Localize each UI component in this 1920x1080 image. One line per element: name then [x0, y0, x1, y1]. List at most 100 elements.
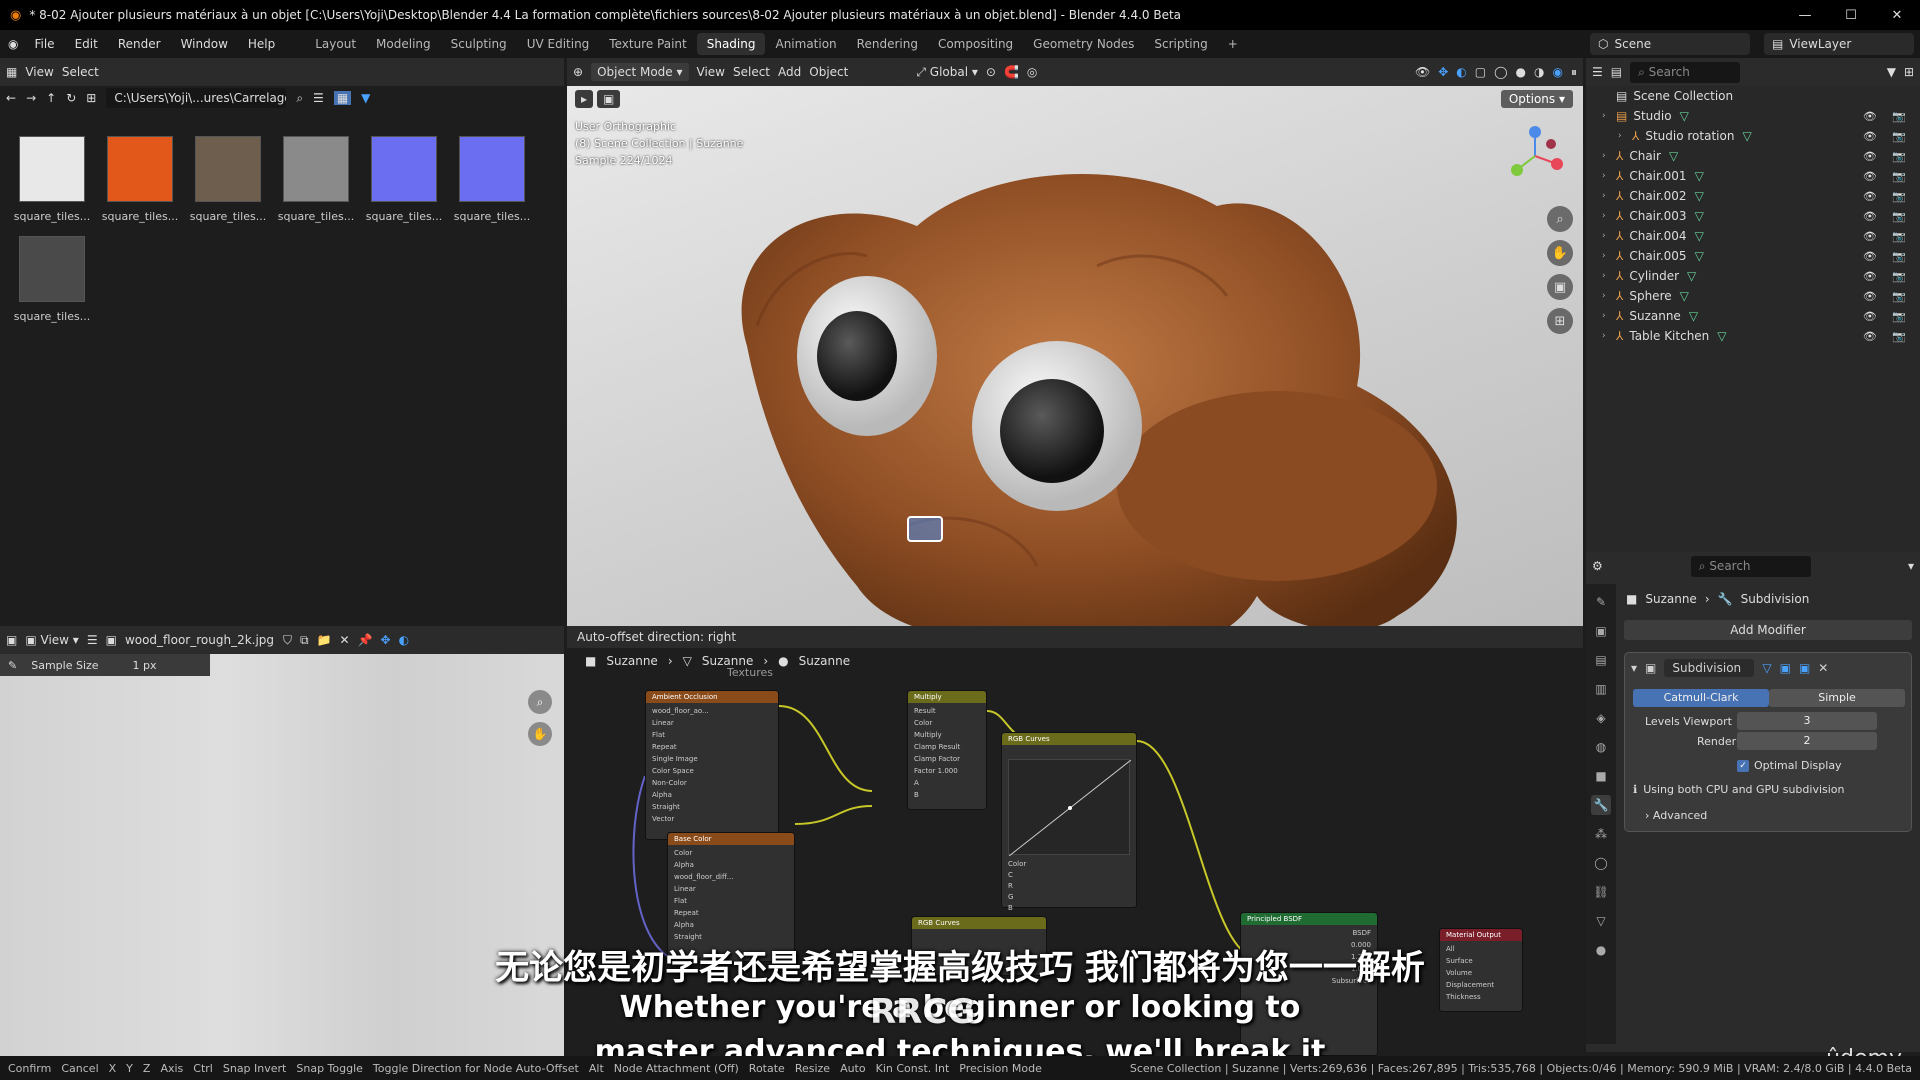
menu-icon[interactable]: ☰ [87, 633, 98, 647]
visibility-toggle-icon[interactable]: 👁 📷 [1863, 290, 1912, 303]
shading-material-icon[interactable]: ◑ [1534, 65, 1544, 79]
close-icon[interactable]: ✕ [1818, 661, 1828, 675]
node-socket-label[interactable]: Vector [652, 813, 772, 825]
view-grid-icon[interactable]: ▦ [333, 91, 352, 105]
outliner-item[interactable]: › ⅄ Cylinder ▽ 👁 📷 [1586, 266, 1920, 286]
world-tab-icon[interactable]: ◍ [1591, 737, 1611, 757]
node-socket-label[interactable]: Flat [652, 729, 772, 741]
node-socket-label[interactable]: Color Space [652, 765, 772, 777]
node-socket-label[interactable]: G [1008, 892, 1130, 903]
node-socket-label[interactable]: Alpha [674, 919, 788, 931]
edit-mode-icon[interactable]: ▽ [1762, 661, 1771, 675]
display-mode-icon[interactable]: ▤ [1611, 65, 1622, 79]
sample-size-field[interactable]: 1 px [133, 659, 157, 672]
visibility-toggle-icon[interactable]: 👁 📷 [1863, 230, 1912, 243]
menu-file[interactable]: File [24, 37, 64, 51]
node-socket-label[interactable]: B [914, 789, 980, 801]
chevron-right-icon[interactable]: › [1602, 311, 1616, 321]
chevron-right-icon[interactable]: › [1602, 171, 1616, 181]
node-socket-label[interactable]: A [914, 777, 980, 789]
curve-graph[interactable] [1008, 759, 1132, 857]
menu-help[interactable]: Help [238, 37, 285, 51]
chevron-right-icon[interactable]: › [1602, 151, 1616, 161]
add-modifier-button[interactable]: Add Modifier [1624, 620, 1912, 640]
path-field[interactable]: C:\Users\Yoji\...ures\Carrelage\ [106, 88, 287, 108]
vp-menu-add[interactable]: Add [778, 65, 801, 79]
duplicate-icon[interactable]: ⧉ [300, 633, 309, 648]
simple-button[interactable]: Simple [1769, 689, 1905, 707]
particles-tab-icon[interactable]: ⁂ [1591, 824, 1611, 844]
blender-menu-icon[interactable]: ◉ [8, 37, 18, 51]
node-socket-label[interactable]: R [1008, 881, 1130, 892]
outliner-item[interactable]: › ⅄ Chair.005 ▽ 👁 📷 [1586, 246, 1920, 266]
pause-icon[interactable]: ⏸ [1571, 65, 1577, 80]
levels-viewport-field[interactable]: 3 [1737, 712, 1877, 730]
chevron-right-icon[interactable]: › [1602, 111, 1616, 121]
object-tab-icon[interactable]: ■ [1591, 766, 1611, 786]
node-socket-label[interactable]: Alpha [674, 859, 788, 871]
tab-shading[interactable]: Shading [696, 33, 766, 55]
properties-search[interactable]: ⌕ Search [1690, 555, 1811, 577]
eyedropper-icon[interactable]: ✎ [8, 659, 17, 672]
outliner-item[interactable]: › ⅄ Chair.003 ▽ 👁 📷 [1586, 206, 1920, 226]
node-socket-label[interactable]: Flat [674, 895, 788, 907]
pan-hand-icon[interactable]: ✋ [528, 722, 552, 746]
filter-icon[interactable]: ▼ [361, 91, 370, 105]
chevron-right-icon[interactable]: › [1602, 231, 1616, 241]
pan-hand-icon[interactable]: ✋ [1547, 240, 1573, 266]
new-collection-icon[interactable]: ⊞ [1904, 65, 1914, 79]
back-icon[interactable]: ← [6, 91, 16, 105]
tab-rendering[interactable]: Rendering [847, 33, 928, 55]
pin-icon[interactable]: 📌 [358, 633, 373, 647]
file-thumbnail[interactable]: square_tiles... [8, 236, 96, 336]
catmull-clark-button[interactable]: Catmull-Clark [1633, 689, 1769, 707]
shading-solid-icon[interactable]: ● [1516, 65, 1526, 79]
menu-window[interactable]: Window [171, 37, 238, 51]
file-thumbnail[interactable]: square_tiles... [96, 136, 184, 236]
select-box-icon[interactable]: ▣ [597, 90, 621, 108]
node-ambient-occlusion[interactable]: Ambient Occlusion wood_floor_ao... Linear… [645, 690, 779, 840]
node-socket-label[interactable]: BSDF [1247, 927, 1371, 939]
outliner-item[interactable]: › ⅄ Chair.001 ▽ 👁 📷 [1586, 166, 1920, 186]
viewport-display-icon[interactable]: ▣ [1780, 661, 1791, 675]
visibility-toggle-icon[interactable]: 👁 📷 [1863, 270, 1912, 283]
editor-type-icon[interactable]: ☰ [1592, 65, 1603, 79]
node-socket-label[interactable]: Linear [652, 717, 772, 729]
search-icon[interactable]: ⌕ [296, 91, 303, 106]
object-mode-dropdown[interactable]: Object Mode ▾ [591, 63, 689, 81]
chevron-down-icon[interactable]: ▾ [1631, 661, 1637, 675]
shading-rendered-icon[interactable]: ◉ [1553, 65, 1563, 79]
visibility-toggle-icon[interactable]: 👁 📷 [1863, 150, 1912, 163]
node-socket-label[interactable]: B [1008, 903, 1130, 914]
transform-orientation-dropdown[interactable]: ⤢ Global ▾ [916, 65, 978, 80]
outliner-item[interactable]: › ⅄ Studio rotation ▽ 👁 📷 [1586, 126, 1920, 146]
filter-icon[interactable]: ▼ [1887, 65, 1896, 79]
file-thumbnail[interactable]: square_tiles... [184, 136, 272, 236]
tab-sculpting[interactable]: Sculpting [441, 33, 517, 55]
visibility-toggle-icon[interactable]: 👁 📷 [1863, 310, 1912, 323]
visibility-icon[interactable]: 👁 [1415, 65, 1430, 79]
editor-type-icon[interactable]: ⚙ [1592, 559, 1603, 573]
tab-compositing[interactable]: Compositing [928, 33, 1023, 55]
node-multiply[interactable]: Multiply Result Color Multiply Clamp Result… [907, 690, 987, 810]
maximize-button[interactable]: ☐ [1828, 0, 1874, 30]
minimize-button[interactable]: — [1782, 0, 1828, 30]
proportional-icon[interactable]: ◎ [1027, 65, 1037, 79]
menu-render[interactable]: Render [108, 37, 171, 51]
outliner-item[interactable]: › ⅄ Chair ▽ 👁 📷 [1586, 146, 1920, 166]
node-socket-label[interactable]: wood_floor_diff... [674, 871, 788, 883]
visibility-toggle-icon[interactable]: 👁 📷 [1863, 130, 1912, 143]
tab-uv-editing[interactable]: UV Editing [517, 33, 600, 55]
view-layer-tab-icon[interactable]: ▥ [1591, 679, 1611, 699]
file-thumbnail[interactable]: square_tiles... [8, 136, 96, 236]
options-dropdown[interactable]: Options ▾ [1500, 90, 1573, 108]
fb-menu-select[interactable]: Select [62, 65, 99, 79]
render-levels-field[interactable]: 2 [1737, 732, 1877, 750]
3d-viewport[interactable]: ▸ ▣ Options ▾ User Orthographic (8) Scen… [567, 86, 1583, 626]
node-socket-label[interactable]: Multiply [914, 729, 980, 741]
ie-menu-view[interactable]: ▣ View ▾ [25, 633, 78, 647]
outliner-item[interactable]: › ⅄ Table Kitchen ▽ 👁 📷 [1586, 326, 1920, 346]
node-socket-label[interactable]: Color [674, 847, 788, 859]
chevron-right-icon[interactable]: › [1602, 211, 1616, 221]
view-layer-selector[interactable]: ▤ ViewLayer [1764, 33, 1914, 55]
